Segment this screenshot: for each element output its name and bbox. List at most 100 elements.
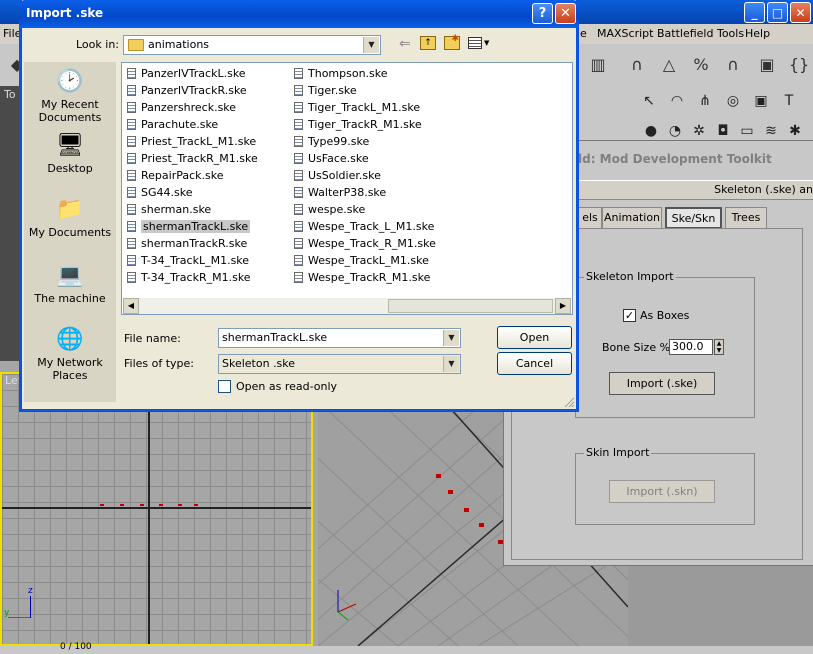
horizontal-scrollbar[interactable]: ◀ ▶ (123, 298, 571, 314)
scroll-left-icon[interactable]: ◀ (123, 298, 139, 314)
place-network[interactable]: 🌐 My Network Places (24, 326, 116, 382)
maximize-button[interactable]: □ (767, 2, 788, 23)
viewport-top[interactable]: To (0, 86, 20, 361)
file-item[interactable]: shermanTrackR.ske (127, 236, 247, 251)
spacewarps-icon[interactable]: ≋ (760, 120, 782, 142)
file-item[interactable]: Wespe_TrackR_M1.ske (294, 270, 430, 285)
bone-size-spinner[interactable]: ▲ ▼ (714, 339, 724, 355)
mirror-icon[interactable]: ▥ (585, 52, 611, 78)
file-item-label: wespe.ske (308, 203, 366, 216)
view-menu-arrow-icon[interactable]: ▼ (484, 39, 489, 47)
chevron-down-icon[interactable]: ▼ (363, 37, 379, 53)
back-icon[interactable]: ⇐ (399, 36, 411, 52)
lights-icon[interactable]: ✲ (688, 120, 710, 142)
chevron-down-icon[interactable]: ▼ (443, 330, 459, 346)
menu-e[interactable]: e (580, 27, 587, 40)
file-item[interactable]: Panzershreck.ske (127, 100, 236, 115)
file-item[interactable]: Priest_TrackL_M1.ske (127, 134, 256, 149)
file-name-input[interactable]: shermanTrackL.ske ▼ (218, 328, 461, 348)
file-item[interactable]: T-34_TrackR_M1.ske (127, 270, 251, 285)
file-item[interactable]: PanzerIVTrackR.ske (127, 83, 247, 98)
place-my-computer[interactable]: 💻 The machine (24, 262, 116, 305)
file-item[interactable]: Priest_TrackR_M1.ske (127, 151, 258, 166)
menu-maxscript[interactable]: MAXScript (597, 27, 653, 40)
helpers-icon[interactable]: ▭ (736, 120, 758, 142)
new-folder-icon[interactable]: ✱ (444, 35, 460, 50)
view-menu-icon[interactable] (468, 37, 482, 49)
file-type-dropdown[interactable]: Skeleton .ske ▼ (218, 354, 461, 374)
file-item[interactable]: wespe.ske (294, 202, 365, 217)
import-skn-button[interactable]: Import (.skn) (609, 480, 715, 503)
file-item[interactable]: Thompson.ske (294, 66, 388, 81)
file-item[interactable]: Tiger_TrackL_M1.ske (294, 100, 420, 115)
file-item[interactable]: sherman.ske (127, 202, 211, 217)
file-item-label: Thompson.ske (308, 67, 388, 80)
open-button[interactable]: Open (497, 326, 572, 349)
file-item[interactable]: WalterP38.ske (294, 185, 386, 200)
as-boxes-checkbox[interactable]: ✓ (623, 309, 636, 322)
file-item[interactable]: RepairPack.ske (127, 168, 224, 183)
shapes-icon[interactable]: ◔ (664, 120, 686, 142)
import-ske-button[interactable]: Import (.ske) (609, 372, 715, 395)
dialog-close-button[interactable]: ✕ (555, 3, 576, 24)
percent-snap-icon[interactable]: % (688, 52, 714, 78)
bone-size-input[interactable]: 300.0 (669, 339, 713, 355)
scrollbar-thumb[interactable] (388, 299, 553, 313)
help-button[interactable]: ? (532, 3, 553, 24)
place-my-documents[interactable]: 📁 My Documents (24, 196, 116, 239)
minimize-button[interactable]: _ (744, 2, 765, 23)
viewport-left[interactable]: Left z y (0, 372, 313, 646)
tab-trees[interactable]: Trees (725, 207, 767, 229)
file-item[interactable]: PanzerIVTrackL.ske (127, 66, 246, 81)
motion-icon[interactable]: ◎ (722, 90, 744, 112)
place-desktop[interactable]: 🖥 Desktop (24, 132, 116, 175)
file-item[interactable]: SG44.ske (127, 185, 192, 200)
resize-grip-icon[interactable] (563, 396, 575, 408)
systems-icon[interactable]: ✱ (784, 120, 806, 142)
file-item[interactable]: Wespe_TrackL_M1.ske (294, 253, 429, 268)
cancel-button[interactable]: Cancel (497, 352, 572, 375)
time-slider[interactable]: 0 / 100 (0, 642, 813, 654)
look-in-dropdown[interactable]: animations ▼ (123, 35, 381, 55)
file-item[interactable]: Wespe_Track_R_M1.ske (294, 236, 436, 251)
hierarchy-icon[interactable]: ⋔ (694, 90, 716, 112)
tab-models[interactable]: els (578, 207, 602, 229)
close-button[interactable]: ✕ (790, 2, 811, 23)
file-item[interactable]: shermanTrackL.ske (127, 219, 251, 234)
file-item[interactable]: Tiger_TrackR_M1.ske (294, 117, 422, 132)
geometry-icon[interactable]: ● (640, 120, 662, 142)
place-recent-documents[interactable]: 🕑 My Recent Documents (24, 68, 116, 124)
skeleton-rollout-header[interactable]: Skeleton (.ske) an (578, 180, 813, 200)
modify-icon[interactable]: ◠ (666, 90, 688, 112)
spinner-snap-icon[interactable]: ∩ (720, 52, 746, 78)
file-item[interactable]: UsFace.ske (294, 151, 369, 166)
snap-icon[interactable]: ∩ (624, 52, 650, 78)
file-item[interactable]: Wespe_Track_L_M1.ske (294, 219, 434, 234)
cameras-icon[interactable]: ◘ (712, 120, 734, 142)
tab-animation[interactable]: Animation (602, 207, 662, 229)
create-icon[interactable]: ↖ (638, 90, 660, 112)
menu-help[interactable]: Help (745, 27, 770, 40)
angle-snap-icon[interactable]: △ (656, 52, 682, 78)
dialog-title-bar[interactable]: Import .ske ? ✕ (19, 0, 579, 28)
file-item[interactable]: Type99.ske (294, 134, 369, 149)
file-item[interactable]: T-34_TrackL_M1.ske (127, 253, 249, 268)
scroll-right-icon[interactable]: ▶ (555, 298, 571, 314)
abc-icon[interactable]: {} (786, 52, 812, 78)
menu-battlefield-tools[interactable]: Battlefield Tools (657, 27, 744, 40)
my-documents-icon: 📁 (56, 197, 84, 222)
file-type-value: Skeleton .ske (222, 357, 296, 370)
named-selection-icon[interactable]: ▣ (754, 52, 780, 78)
tab-ske-skn[interactable]: Ske/Skn (665, 207, 722, 229)
chevron-down-icon[interactable]: ▼ (443, 356, 459, 372)
file-item[interactable]: UsSoldier.ske (294, 168, 381, 183)
display-icon[interactable]: ▣ (750, 90, 772, 112)
utilities-icon[interactable]: T (778, 90, 800, 112)
up-folder-icon[interactable]: ↑ (420, 36, 436, 50)
file-item[interactable]: Parachute.ske (127, 117, 218, 132)
bone-marker (140, 504, 144, 506)
read-only-checkbox[interactable] (218, 380, 231, 393)
viewport-right-area[interactable] (628, 560, 813, 654)
recent-documents-icon: 🕑 (56, 69, 84, 94)
file-item[interactable]: Tiger.ske (294, 83, 357, 98)
